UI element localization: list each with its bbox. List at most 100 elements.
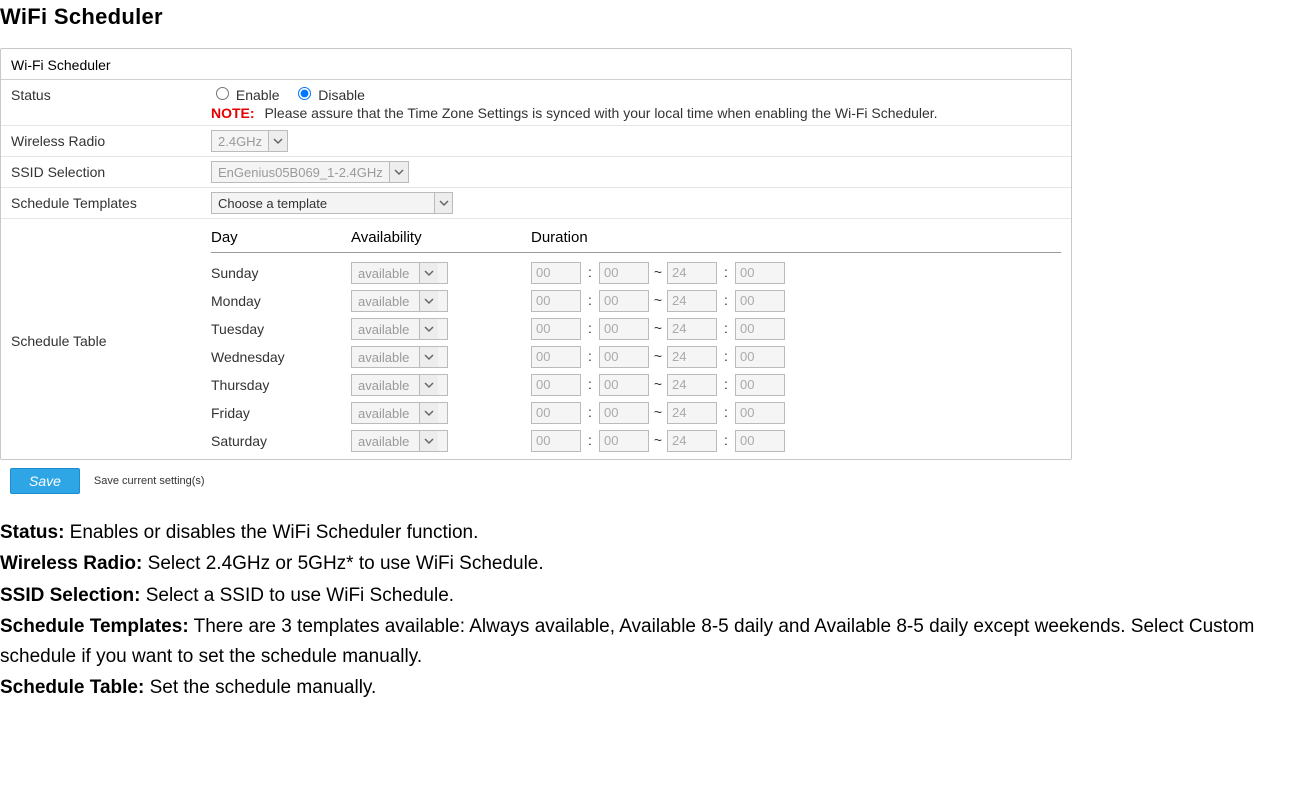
chevron-down-icon bbox=[419, 263, 438, 283]
chevron-down-icon bbox=[389, 162, 408, 182]
schedule-row: Fridayavailable 00:00~24:00 bbox=[211, 399, 1061, 427]
end-hour-input[interactable]: 24 bbox=[667, 346, 717, 368]
schedule-table-header: Day Availability Duration bbox=[211, 223, 1061, 253]
availability-select[interactable]: available bbox=[351, 402, 448, 424]
panel-title: Wi-Fi Scheduler bbox=[1, 49, 1071, 80]
start-hour-input[interactable]: 00 bbox=[531, 402, 581, 424]
schedule-header-duration: Duration bbox=[531, 229, 1061, 246]
availability-select[interactable]: available bbox=[351, 346, 448, 368]
schedule-table-label: Schedule Table bbox=[11, 330, 211, 349]
status-disable-option[interactable]: Disable bbox=[293, 87, 365, 103]
end-min-input[interactable]: 00 bbox=[735, 290, 785, 312]
wireless-radio-row: Wireless Radio 2.4GHz bbox=[1, 126, 1071, 157]
end-min-input[interactable]: 00 bbox=[735, 402, 785, 424]
chevron-down-icon bbox=[419, 375, 438, 395]
chevron-down-icon bbox=[419, 403, 438, 423]
schedule-day-label: Tuesday bbox=[211, 321, 351, 337]
start-hour-input[interactable]: 00 bbox=[531, 318, 581, 340]
schedule-day-label: Saturday bbox=[211, 433, 351, 449]
start-min-input[interactable]: 00 bbox=[599, 374, 649, 396]
schedule-row: Sundayavailable00:00~24:00 bbox=[211, 259, 1061, 287]
save-button[interactable]: Save bbox=[10, 468, 80, 494]
availability-select[interactable]: available bbox=[351, 290, 448, 312]
status-enable-label: Enable bbox=[236, 87, 280, 103]
schedule-duration: 00:00~24:00 bbox=[531, 430, 1061, 452]
chevron-down-icon bbox=[434, 193, 452, 213]
save-caption: Save current setting(s) bbox=[94, 475, 205, 487]
start-min-input[interactable]: 00 bbox=[599, 290, 649, 312]
schedule-duration: 00:00~24:00 bbox=[531, 318, 1061, 340]
start-min-input[interactable]: 00 bbox=[599, 346, 649, 368]
availability-value: available bbox=[352, 322, 419, 337]
start-min-input[interactable]: 00 bbox=[599, 402, 649, 424]
status-disable-label: Disable bbox=[318, 87, 365, 103]
schedule-duration: 00:00~24:00 bbox=[531, 262, 1061, 284]
schedule-table-row-container: Schedule Table Day Availability Duration… bbox=[1, 219, 1071, 459]
ssid-selection-value: EnGenius05B069_1-2.4GHz bbox=[212, 165, 389, 180]
availability-select[interactable]: available bbox=[351, 430, 448, 452]
schedule-day-label: Thursday bbox=[211, 377, 351, 393]
schedule-header-availability: Availability bbox=[351, 229, 531, 246]
end-min-input[interactable]: 00 bbox=[735, 262, 785, 284]
start-min-input[interactable]: 00 bbox=[599, 318, 649, 340]
start-hour-input[interactable]: 00 bbox=[531, 290, 581, 312]
desc-schedule-templates: Schedule Templates: There are 3 template… bbox=[0, 612, 1311, 671]
status-enable-radio[interactable] bbox=[216, 87, 229, 100]
schedule-day-label: Friday bbox=[211, 405, 351, 421]
end-hour-input[interactable]: 24 bbox=[667, 290, 717, 312]
start-min-input[interactable]: 00 bbox=[599, 430, 649, 452]
end-hour-input[interactable]: 24 bbox=[667, 318, 717, 340]
availability-value: available bbox=[352, 434, 419, 449]
status-enable-option[interactable]: Enable bbox=[211, 87, 283, 103]
schedule-row: Mondayavailable 00:00~24:00 bbox=[211, 287, 1061, 315]
chevron-down-icon bbox=[419, 431, 438, 451]
end-min-input[interactable]: 00 bbox=[735, 318, 785, 340]
end-hour-input[interactable]: 24 bbox=[667, 374, 717, 396]
schedule-templates-row: Schedule Templates Choose a template bbox=[1, 188, 1071, 219]
schedule-day-label: Wednesday bbox=[211, 349, 351, 365]
availability-select[interactable]: available bbox=[351, 374, 448, 396]
chevron-down-icon bbox=[419, 347, 438, 367]
availability-select[interactable]: available bbox=[351, 262, 448, 284]
desc-wireless-radio: Wireless Radio: Select 2.4GHz or 5GHz* t… bbox=[0, 549, 1311, 578]
end-hour-input[interactable]: 24 bbox=[667, 262, 717, 284]
end-hour-input[interactable]: 24 bbox=[667, 430, 717, 452]
start-hour-input[interactable]: 00 bbox=[531, 262, 581, 284]
page-title: WiFi Scheduler bbox=[0, 4, 1311, 30]
availability-value: available bbox=[352, 266, 419, 281]
start-hour-input[interactable]: 00 bbox=[531, 430, 581, 452]
schedule-row: Thursdayavailable 00:00~24:00 bbox=[211, 371, 1061, 399]
start-hour-input[interactable]: 00 bbox=[531, 374, 581, 396]
schedule-row: Wednesdayavailable 00:00~24:00 bbox=[211, 343, 1061, 371]
end-min-input[interactable]: 00 bbox=[735, 430, 785, 452]
availability-select[interactable]: available bbox=[351, 318, 448, 340]
ssid-selection-label: SSID Selection bbox=[11, 161, 211, 180]
schedule-duration: 00:00~24:00 bbox=[531, 290, 1061, 312]
start-min-input[interactable]: 00 bbox=[599, 262, 649, 284]
schedule-templates-select[interactable]: Choose a template bbox=[211, 192, 453, 214]
status-disable-radio[interactable] bbox=[298, 87, 311, 100]
status-row: Status Enable Disable NOTE: Please assur… bbox=[1, 80, 1071, 126]
schedule-header-day: Day bbox=[211, 229, 351, 246]
descriptions-section: Status: Enables or disables the WiFi Sch… bbox=[0, 518, 1311, 703]
schedule-templates-label: Schedule Templates bbox=[11, 192, 211, 211]
schedule-duration: 00:00~24:00 bbox=[531, 402, 1061, 424]
schedule-duration: 00:00~24:00 bbox=[531, 374, 1061, 396]
chevron-down-icon bbox=[419, 319, 438, 339]
wireless-radio-label: Wireless Radio bbox=[11, 130, 211, 149]
ssid-selection-select[interactable]: EnGenius05B069_1-2.4GHz bbox=[211, 161, 409, 183]
wireless-radio-value: 2.4GHz bbox=[212, 134, 268, 149]
wifi-scheduler-panel: Wi-Fi Scheduler Status Enable Disable NO… bbox=[0, 48, 1072, 460]
end-min-input[interactable]: 00 bbox=[735, 346, 785, 368]
ssid-selection-row: SSID Selection EnGenius05B069_1-2.4GHz bbox=[1, 157, 1071, 188]
availability-value: available bbox=[352, 378, 419, 393]
wireless-radio-select[interactable]: 2.4GHz bbox=[211, 130, 288, 152]
availability-value: available bbox=[352, 294, 419, 309]
end-min-input[interactable]: 00 bbox=[735, 374, 785, 396]
end-hour-input[interactable]: 24 bbox=[667, 402, 717, 424]
start-hour-input[interactable]: 00 bbox=[531, 346, 581, 368]
schedule-duration: 00:00~24:00 bbox=[531, 346, 1061, 368]
schedule-day-label: Monday bbox=[211, 293, 351, 309]
schedule-row: Tuesdayavailable 00:00~24:00 bbox=[211, 315, 1061, 343]
desc-status: Status: Enables or disables the WiFi Sch… bbox=[0, 518, 1311, 547]
